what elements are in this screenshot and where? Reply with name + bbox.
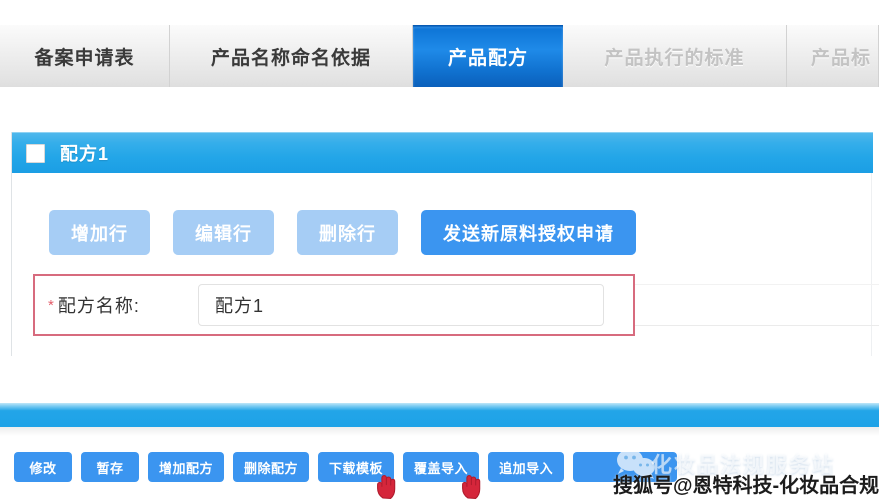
add-row-button[interactable]: 增加行 (49, 210, 150, 255)
edit-row-button[interactable]: 编辑行 (173, 210, 274, 255)
temp-save-button[interactable]: 暂存 (81, 452, 139, 482)
delete-row-button[interactable]: 删除行 (297, 210, 398, 255)
field-divider-bottom (635, 325, 879, 326)
obscured-toolbar-button[interactable] (573, 452, 678, 482)
product-formula-page: 备案申请表 产品名称命名依据 产品配方 产品执行的标准 产品标 配方1 增加行 … (0, 0, 879, 500)
formula-name-label-text: 配方名称: (57, 296, 140, 316)
formula-panel: 配方1 增加行 编辑行 删除行 发送新原料授权申请 * 配方名称: (11, 132, 879, 356)
download-template-button[interactable]: 下载模板 (318, 452, 395, 482)
tab-product-naming-basis[interactable]: 产品名称命名依据 (170, 25, 413, 87)
tab-product-label[interactable]: 产品标 (787, 25, 879, 87)
bottom-blue-bar (0, 403, 879, 427)
tab-bar-underline (0, 87, 879, 91)
formula-name-field-row: * 配方名称: (48, 284, 878, 326)
tab-product-formula[interactable]: 产品配方 (413, 25, 563, 87)
watermark-site-name: 化妆品法规服务站 (651, 454, 835, 477)
tab-label: 产品名称命名依据 (210, 47, 371, 69)
formula-name-input[interactable] (198, 284, 604, 326)
overwrite-import-button[interactable]: 覆盖导入 (403, 452, 480, 482)
required-asterisk: * (48, 297, 55, 314)
formula-panel-title: 配方1 (60, 144, 110, 164)
tab-filing-application[interactable]: 备案申请表 (0, 25, 170, 87)
main-tab-bar: 备案申请表 产品名称命名依据 产品配方 产品执行的标准 产品标 (0, 25, 879, 87)
tab-product-execution-standard[interactable]: 产品执行的标准 (563, 25, 787, 87)
delete-formula-button[interactable]: 删除配方 (233, 452, 310, 482)
formula-row-action-buttons: 增加行 编辑行 删除行 发送新原料授权申请 (49, 210, 636, 255)
tab-label: 备案申请表 (34, 47, 135, 69)
formula-panel-header: 配方1 (12, 132, 873, 173)
formula-name-label: * 配方名称: (48, 292, 198, 318)
tab-label: 产品标 (811, 47, 872, 69)
tab-label: 产品配方 (447, 47, 528, 69)
bottom-toolbar: 修改 暂存 增加配方 删除配方 下载模板 覆盖导入 追加导入 (14, 452, 678, 482)
send-new-material-authorization-request-button[interactable]: 发送新原料授权申请 (421, 210, 636, 255)
tab-label: 产品执行的标准 (604, 47, 745, 69)
add-formula-button[interactable]: 增加配方 (148, 452, 225, 482)
formula-select-checkbox[interactable] (26, 143, 45, 163)
modify-button[interactable]: 修改 (14, 452, 72, 482)
append-import-button[interactable]: 追加导入 (488, 452, 565, 482)
bottom-blue-bar-shadow (0, 427, 879, 436)
